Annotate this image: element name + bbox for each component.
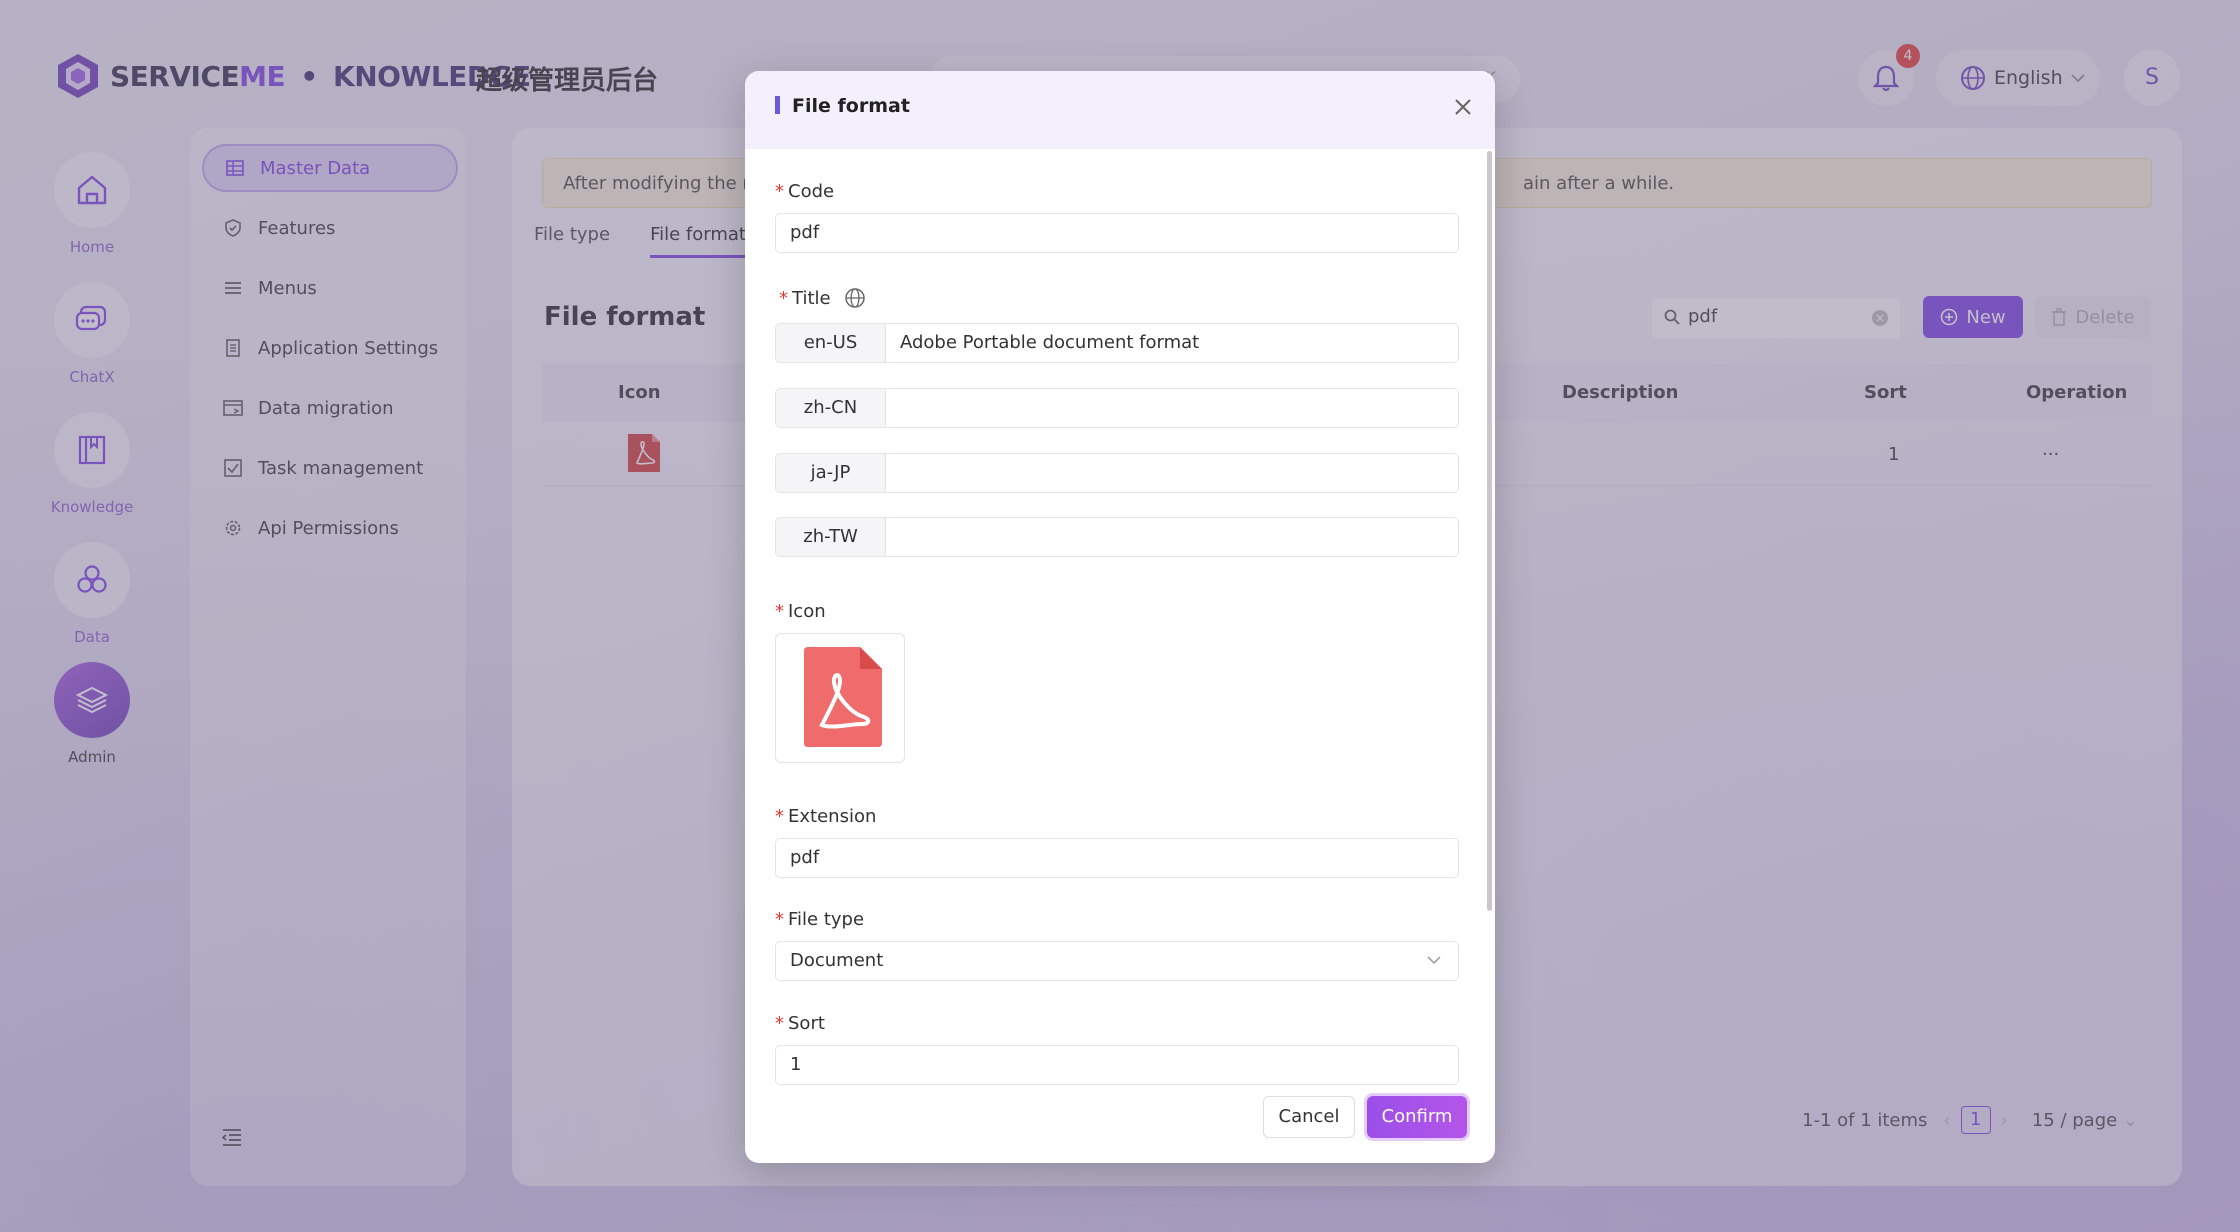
file-type-label: * File type [775, 909, 865, 930]
file-type-value: Document [790, 950, 884, 971]
title-input-zh-tw[interactable] [886, 518, 1458, 556]
title-translation-zh-tw[interactable]: zh-TW [775, 517, 1459, 557]
title-translation-ja-jp[interactable]: ja-JP [775, 453, 1459, 493]
chevron-down-icon [1427, 956, 1441, 965]
file-format-dialog: File format * Code pdf * Title en-US Adobe… [745, 71, 1495, 1163]
icon-label: * Icon [775, 601, 826, 622]
sort-input[interactable]: 1 [775, 1045, 1459, 1085]
lang-tag: ja-JP [776, 454, 886, 492]
code-label: * Code [775, 181, 835, 202]
pdf-file-icon [804, 647, 882, 747]
title-translation-en-us[interactable]: en-US Adobe Portable document format [775, 323, 1459, 363]
dialog-title: File format [792, 95, 910, 117]
globe-icon[interactable] [844, 287, 866, 309]
lang-tag: zh-CN [776, 389, 886, 427]
dialog-scrollbar[interactable] [1487, 151, 1492, 911]
title-label: * Title [779, 287, 866, 309]
extension-input[interactable]: pdf [775, 838, 1459, 878]
title-translation-zh-cn[interactable]: zh-CN [775, 388, 1459, 428]
extension-label: * Extension [775, 806, 877, 827]
title-accent-bar [775, 96, 780, 114]
sort-label: * Sort [775, 1013, 825, 1034]
icon-upload[interactable] [775, 633, 905, 763]
file-type-select[interactable]: Document [775, 941, 1459, 981]
title-input-ja-jp[interactable] [886, 454, 1458, 492]
close-button[interactable] [1449, 93, 1477, 121]
title-input-en-us[interactable]: Adobe Portable document format [886, 324, 1458, 362]
dialog-header: File format [745, 71, 1495, 149]
lang-tag: en-US [776, 324, 886, 362]
code-input[interactable]: pdf [775, 213, 1459, 253]
title-input-zh-cn[interactable] [886, 389, 1458, 427]
confirm-button[interactable]: Confirm [1367, 1096, 1467, 1138]
lang-tag: zh-TW [776, 518, 886, 556]
cancel-button[interactable]: Cancel [1263, 1096, 1355, 1138]
close-icon [1455, 99, 1471, 115]
